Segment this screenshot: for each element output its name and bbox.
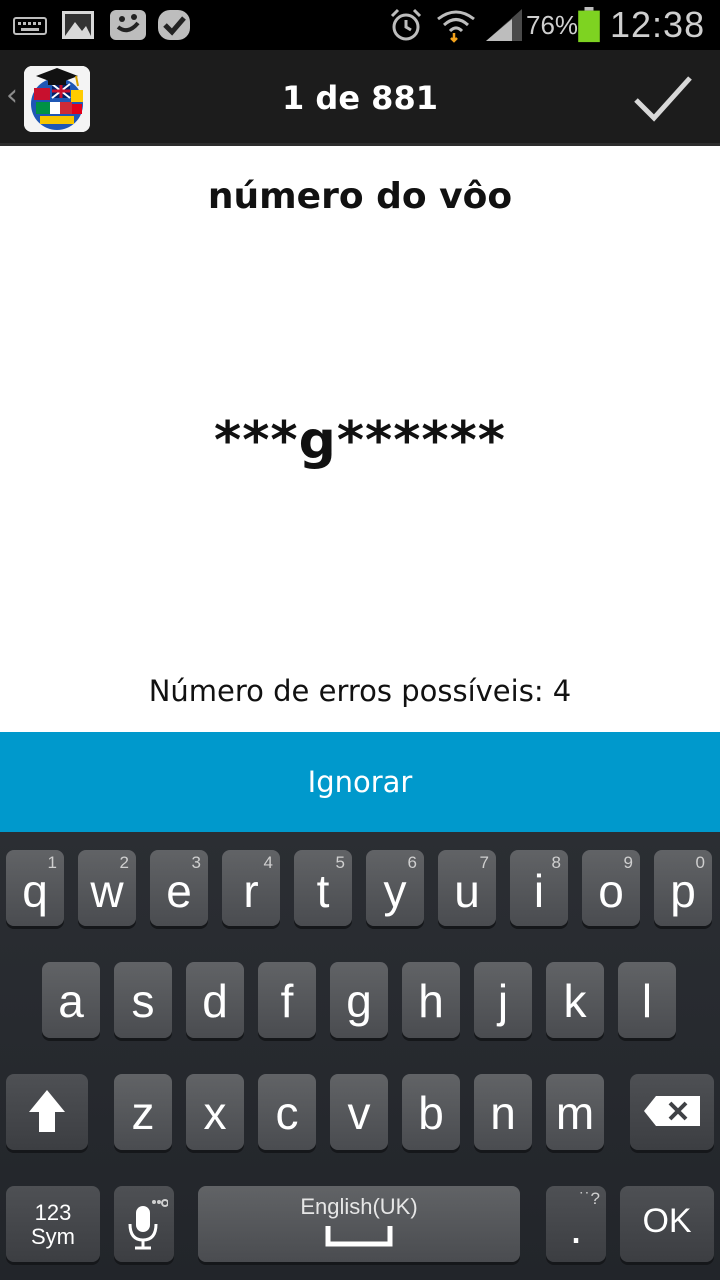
key-letter: j (497, 975, 509, 1027)
symbols-key-line2: Sym (31, 1224, 75, 1249)
key-letter: w (90, 865, 124, 917)
key-letter: v (347, 1087, 371, 1139)
space-key[interactable]: English(UK) (198, 1186, 520, 1262)
key-u[interactable]: 7u (438, 850, 496, 926)
key-m[interactable]: m (546, 1074, 604, 1150)
key-i[interactable]: 8i (510, 850, 568, 926)
key-w[interactable]: 2w (78, 850, 136, 926)
key-letter: r (243, 865, 259, 917)
key-letter: c (275, 1087, 299, 1139)
key-p[interactable]: 0p (654, 850, 712, 926)
key-e[interactable]: 3e (150, 850, 208, 926)
masked-answer: ***g****** (214, 411, 506, 471)
key-a[interactable]: a (42, 962, 100, 1038)
key-letter: o (598, 865, 624, 917)
ok-key-label: OK (642, 1202, 692, 1240)
key-d[interactable]: d (186, 962, 244, 1038)
backspace-key[interactable] (630, 1074, 714, 1150)
key-y[interactable]: 6y (366, 850, 424, 926)
key-letter: a (58, 975, 84, 1027)
key-t[interactable]: 5t (294, 850, 352, 926)
key-r[interactable]: 4r (222, 850, 280, 926)
key-letter: d (202, 975, 228, 1027)
chat-icon (110, 10, 146, 40)
key-g[interactable]: g (330, 962, 388, 1038)
space-key-language: English(UK) (300, 1194, 418, 1219)
image-icon (62, 11, 94, 39)
quiz-content: número do vôo ***g****** Número de erros… (0, 146, 720, 732)
space-bar-icon (325, 1226, 393, 1247)
key-letter: y (383, 865, 407, 917)
key-letter: n (490, 1087, 516, 1139)
key-q[interactable]: 1q (6, 850, 64, 926)
key-j[interactable]: j (474, 962, 532, 1038)
period-key-label: . (569, 1201, 583, 1253)
symbols-key-line1: 123 (34, 1200, 72, 1225)
checkmark-icon[interactable] (632, 72, 694, 126)
key-letter: p (670, 865, 696, 917)
key-x[interactable]: x (186, 1074, 244, 1150)
shift-arrow-icon (29, 1090, 65, 1132)
key-letter: q (22, 865, 48, 917)
key-c[interactable]: c (258, 1074, 316, 1150)
keyboard-icon (13, 17, 47, 35)
key-letter: u (454, 865, 480, 917)
clock: 12:38 (610, 4, 706, 45)
key-h[interactable]: h (402, 962, 460, 1038)
status-bar: 76% 12:38 (0, 0, 720, 50)
key-letter: f (280, 975, 294, 1027)
ignore-button[interactable]: Ignorar (0, 732, 720, 832)
errors-remaining: Número de erros possíveis: 4 (148, 674, 572, 708)
question-word: número do vôo (207, 176, 513, 217)
microphone-icon (128, 1199, 168, 1250)
key-letter: s (131, 975, 155, 1027)
backspace-icon (644, 1096, 700, 1126)
battery-icon (578, 7, 600, 43)
key-letter: t (316, 865, 330, 917)
voice-input-key[interactable] (114, 1186, 174, 1262)
key-o[interactable]: 9o (582, 850, 640, 926)
action-bar: ‹ 1 de 881 (0, 50, 720, 146)
symbols-key[interactable]: 123 Sym (6, 1186, 100, 1262)
key-b[interactable]: b (402, 1074, 460, 1150)
keyboard: 1q2w3e4r5t6y7u8i9o0p asdfgh j k l zxcvbnm 1… (0, 832, 720, 1280)
key-letter: k (563, 975, 587, 1027)
key-v[interactable]: v (330, 1074, 388, 1150)
key-letter: i (533, 865, 545, 917)
key-letter: h (418, 975, 444, 1027)
key-letter: g (346, 975, 372, 1027)
check-task-icon (158, 10, 190, 40)
key-letter: x (203, 1087, 227, 1139)
key-letter: m (555, 1087, 595, 1139)
signal-icon (486, 9, 522, 41)
key-letter: b (418, 1087, 444, 1139)
shift-key[interactable] (6, 1074, 88, 1150)
key-s[interactable]: s (114, 962, 172, 1038)
key-n[interactable]: n (474, 1074, 532, 1150)
page-title: 1 de 881 (282, 79, 438, 117)
battery-percent: 76% (526, 10, 579, 40)
key-letter: e (166, 865, 192, 917)
ok-key[interactable]: OK (620, 1186, 714, 1262)
key-z[interactable]: z (114, 1074, 172, 1150)
key-k[interactable]: k (546, 962, 604, 1038)
wifi-icon (437, 10, 475, 43)
key-letter: z (131, 1087, 155, 1139)
key-f[interactable]: f (258, 962, 316, 1038)
key-letter: l (641, 975, 653, 1027)
period-key[interactable]: ˙˙? . (546, 1186, 606, 1262)
alarm-icon (390, 8, 422, 41)
key-l[interactable]: l (618, 962, 676, 1038)
